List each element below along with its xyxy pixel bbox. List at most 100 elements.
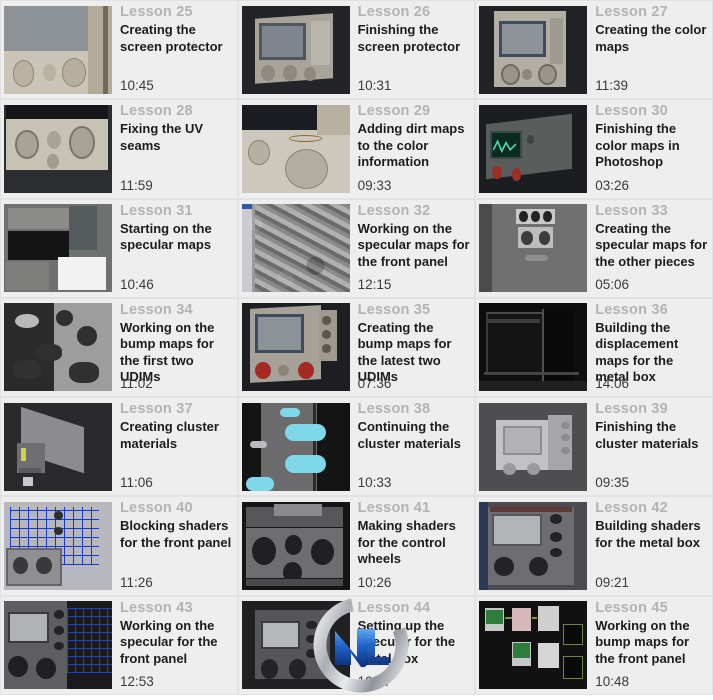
lesson-thumbnail[interactable] [4,5,112,94]
lesson-duration: 10:48 [595,673,629,689]
lesson-card[interactable]: Lesson 31 Starting on the specular maps 10… [0,198,238,298]
lesson-duration: 10:27 [357,673,392,689]
lesson-title: Working on the bump maps for the front p… [595,617,690,666]
lesson-number: Lesson 27 [595,4,668,20]
lesson-thumbnail[interactable] [241,303,350,392]
lesson-thumbnail[interactable] [241,402,350,491]
lesson-number: Lesson 35 [357,301,431,318]
lesson-duration: 11:26 [120,574,153,590]
thumbnail-art [479,104,588,193]
lesson-card[interactable]: Lesson 30 Finishing the color maps in Pho… [475,99,713,199]
lesson-thumbnail[interactable] [241,501,350,590]
lesson-number: Lesson 42 [595,500,668,517]
lesson-number: Lesson 45 [595,599,668,616]
lesson-thumbnail[interactable] [479,601,588,690]
thumbnail-art [241,402,350,491]
lesson-card[interactable]: Lesson 41 Making shaders for the control … [237,496,476,596]
lesson-title: Working on the specular maps for the fro… [357,220,470,269]
thumbnail-art [241,601,350,690]
lesson-card[interactable]: Lesson 27 Creating the color maps 11:39 [475,0,713,100]
thumbnail-art [479,204,588,293]
lesson-title: Creating cluster materials [120,419,219,451]
lesson-card[interactable]: Lesson 32 Working on the specular maps fo… [237,198,476,298]
lesson-info: Lesson 36 Building the displacement maps … [587,302,709,393]
lesson-card[interactable]: Lesson 39 Finishing the cluster materials… [475,397,713,497]
lesson-thumbnail[interactable] [479,5,588,94]
thumbnail-art [241,303,350,392]
lesson-thumbnail[interactable] [241,104,350,193]
thumbnail-art [4,104,112,193]
lesson-info: Lesson 31 Starting on the specular maps 10… [112,203,234,294]
lesson-duration: 10:33 [357,475,392,491]
lesson-info: Lesson 33 Creating the specular maps for … [587,203,709,294]
lesson-number: Lesson 30 [595,103,668,120]
lesson-card[interactable]: Lesson 38 Continuing the cluster material… [237,397,476,497]
lesson-number: Lesson 34 [120,301,193,318]
lesson-info: Lesson 32 Working on the specular maps fo… [350,203,472,294]
lesson-duration: 11:39 [595,78,628,94]
lesson-title: Continuing the cluster materials [357,419,461,451]
lesson-number: Lesson 29 [357,103,431,120]
lesson-title: Creating the color maps [595,22,707,54]
lesson-info: Lesson 37 Creating cluster materials 11:06 [112,401,234,492]
lesson-thumbnail[interactable] [479,204,588,293]
lesson-title: Setting up the specular for the metal bo… [357,617,456,666]
lesson-info: Lesson 42 Building shaders for the metal … [587,500,709,591]
lesson-thumbnail[interactable] [479,303,588,392]
lesson-thumbnail[interactable] [479,402,588,491]
lesson-card[interactable]: Lesson 35 Creating the bump maps for the … [237,297,476,398]
lesson-number: Lesson 43 [120,599,193,616]
lesson-number: Lesson 40 [120,500,193,517]
lesson-thumbnail[interactable] [241,204,350,293]
lesson-card[interactable]: Lesson 29 Adding dirt maps to the color i… [237,99,476,199]
thumbnail-art [241,5,350,94]
lesson-info: Lesson 27 Creating the color maps 11:39 [587,4,709,95]
lesson-card[interactable]: Lesson 34 Working on the bump maps for th… [0,297,238,398]
lesson-info: Lesson 35 Creating the bump maps for the … [350,302,472,393]
lesson-info: Lesson 45 Working on the bump maps for th… [587,600,709,691]
lesson-card[interactable]: Lesson 37 Creating cluster materials 11:06 [0,397,238,497]
lesson-title: Blocking shaders for the front panel [120,518,232,550]
lesson-card[interactable]: Lesson 28 Fixing the UV seams 11:59 [0,99,238,199]
lesson-number: Lesson 26 [357,4,431,20]
lesson-card[interactable]: Lesson 36 Building the displacement maps … [475,297,713,398]
lesson-info: Lesson 41 Making shaders for the control … [350,500,472,591]
lesson-number: Lesson 37 [120,401,193,418]
thumbnail-art [4,303,112,392]
lesson-card[interactable]: Lesson 33 Creating the specular maps for … [475,198,713,298]
lesson-card[interactable]: Lesson 43 Working on the specular for the… [0,595,238,695]
lesson-title: Creating the specular maps for the other… [595,220,708,269]
lesson-duration: 11:59 [120,177,153,193]
lesson-card[interactable]: Lesson 40 Blocking shaders for the front … [0,496,238,596]
lesson-thumbnail[interactable] [479,501,588,590]
lesson-info: Lesson 30 Finishing the color maps in Pho… [587,103,709,194]
lesson-thumbnail[interactable] [4,501,112,590]
lesson-grid: Lesson 25 Creating the screen protector 10… [0,0,713,695]
lesson-card[interactable]: Lesson 26 Finishing the screen protector 1… [237,0,476,100]
lesson-thumbnail[interactable] [4,204,112,293]
lesson-thumbnail[interactable] [241,5,350,94]
lesson-info: Lesson 40 Blocking shaders for the front … [112,500,234,591]
lesson-thumbnail[interactable] [479,104,588,193]
lesson-title: Finishing the screen protector [357,22,461,54]
lesson-title: Fixing the UV seams [120,121,204,153]
lesson-card[interactable]: Lesson 44 Setting up the specular for the… [237,595,476,695]
lesson-thumbnail[interactable] [4,601,112,690]
thumbnail-art [479,303,588,392]
thumbnail-art [4,5,112,94]
lesson-info: Lesson 25 Creating the screen protector 10… [112,4,234,95]
lesson-number: Lesson 28 [120,103,193,120]
lesson-card[interactable]: Lesson 25 Creating the screen protector 10… [0,0,238,100]
lesson-number: Lesson 41 [357,500,431,517]
lesson-card[interactable]: Lesson 45 Working on the bump maps for th… [475,595,713,695]
lesson-thumbnail[interactable] [4,104,112,193]
lesson-thumbnail[interactable] [4,402,112,491]
thumbnail-art [479,402,588,491]
lesson-duration: 10:31 [357,78,392,94]
lesson-duration: 11:06 [120,475,153,491]
lesson-info: Lesson 28 Fixing the UV seams 11:59 [112,103,234,194]
lesson-thumbnail[interactable] [241,601,350,690]
lesson-thumbnail[interactable] [4,303,112,392]
lesson-card[interactable]: Lesson 42 Building shaders for the metal … [475,496,713,596]
lesson-duration: 05:06 [595,276,629,292]
